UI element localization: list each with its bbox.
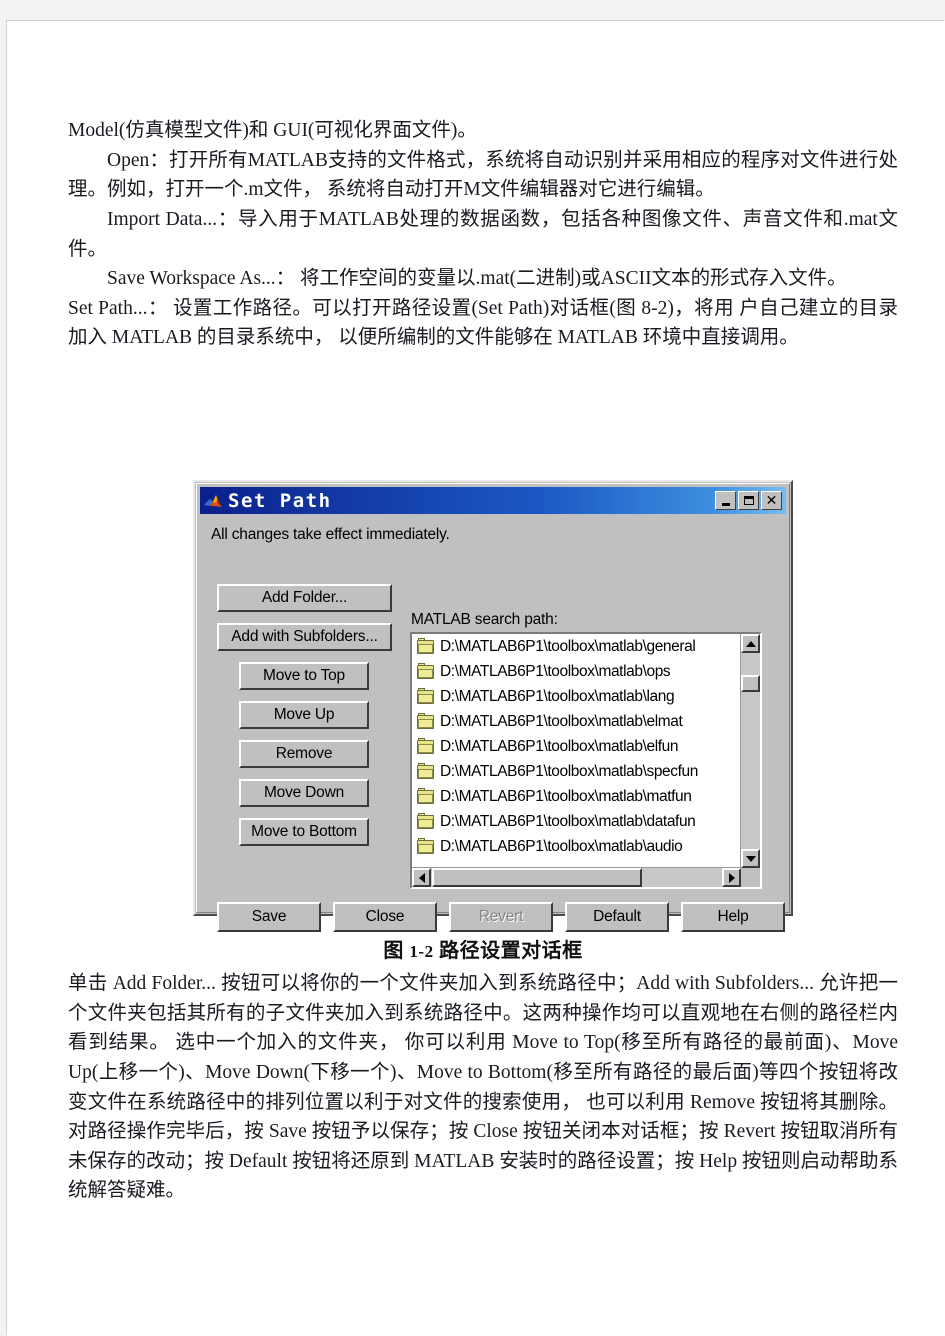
figure-caption-label: 图 xyxy=(383,940,404,962)
path-list-item[interactable]: D:\MATLAB6P1\toolbox\matlab\ops xyxy=(412,659,740,684)
path-list-item-label: D:\MATLAB6P1\toolbox\matlab\elmat xyxy=(440,712,683,730)
folder-icon xyxy=(417,762,434,779)
move-down-button[interactable]: Move Down xyxy=(239,779,369,807)
paragraph-open: Open：打开所有MATLAB支持的文件格式，系统将自动识别并采用相应的程序对文… xyxy=(68,149,898,201)
maximize-icon xyxy=(743,496,754,505)
scroll-up-button[interactable] xyxy=(741,634,760,653)
default-button[interactable]: Default xyxy=(565,902,669,932)
minimize-icon xyxy=(721,502,730,506)
move-to-top-button[interactable]: Move to Top xyxy=(239,662,369,690)
revert-button: Revert xyxy=(449,902,553,932)
action-button-column: Add Folder... Add with Subfolders... Mov… xyxy=(217,584,392,857)
search-path-listbox[interactable]: D:\MATLAB6P1\toolbox\matlab\general D:\MA… xyxy=(410,632,762,889)
folder-icon xyxy=(417,787,434,804)
path-list-item[interactable]: D:\MATLAB6P1\toolbox\matlab\matfun xyxy=(412,784,740,809)
folder-icon xyxy=(417,737,434,754)
folder-icon xyxy=(417,662,434,679)
scroll-left-button[interactable] xyxy=(412,868,431,887)
folder-icon xyxy=(417,812,434,829)
add-folder-button[interactable]: Add Folder... xyxy=(217,584,392,612)
figure-caption-title: 路径设置对话框 xyxy=(439,940,583,962)
path-list-item[interactable]: D:\MATLAB6P1\toolbox\matlab\lang xyxy=(412,684,740,709)
folder-icon xyxy=(417,712,434,729)
figure-caption: 图 1-2 路径设置对话框 xyxy=(68,934,898,963)
matlab-membrane-icon xyxy=(203,491,223,511)
chevron-down-icon xyxy=(745,855,756,862)
path-list-item[interactable]: D:\MATLAB6P1\toolbox\matlab\specfun xyxy=(412,759,740,784)
scroll-right-button[interactable] xyxy=(722,868,741,887)
folder-icon xyxy=(417,837,434,854)
path-list-item[interactable]: D:\MATLAB6P1\toolbox\matlab\datafun xyxy=(412,809,740,834)
path-list-item-label: D:\MATLAB6P1\toolbox\matlab\matfun xyxy=(440,787,692,805)
figure-caption-number: 1-2 xyxy=(409,942,434,961)
dialog-title: Set Path xyxy=(228,489,332,512)
chevron-up-icon xyxy=(745,640,756,647)
path-list-item-label: D:\MATLAB6P1\toolbox\matlab\lang xyxy=(440,687,675,705)
path-list-item-label: D:\MATLAB6P1\toolbox\matlab\audio xyxy=(440,837,683,855)
scrollbar-corner xyxy=(741,868,760,887)
figure-caption-text: 图 1-2 路径设置对话框 xyxy=(68,934,898,963)
folder-icon xyxy=(417,637,434,654)
dialog-inner-frame: Set Path ✕ All changes take effect immed… xyxy=(196,483,790,932)
path-list-item-label: D:\MATLAB6P1\toolbox\matlab\general xyxy=(440,637,696,655)
chevron-left-icon xyxy=(418,872,425,883)
window-controls: ✕ xyxy=(715,491,784,510)
page-sheet: Model(仿真模型文件)和 GUI(可视化界面文件)。 Open：打开所有MA… xyxy=(7,21,945,1336)
move-to-bottom-button[interactable]: Move to Bottom xyxy=(239,818,369,846)
paragraph-model: Model(仿真模型文件)和 GUI(可视化界面文件)。 xyxy=(68,120,477,141)
paragraph-import-data: Import Data...：导入用于MATLAB处理的数据函数，包括各种图像文… xyxy=(68,208,898,260)
path-list-item-label: D:\MATLAB6P1\toolbox\matlab\elfun xyxy=(440,737,679,755)
search-path-list-body[interactable]: D:\MATLAB6P1\toolbox\matlab\general D:\MA… xyxy=(412,634,741,868)
path-list-item-label: D:\MATLAB6P1\toolbox\matlab\datafun xyxy=(440,812,696,830)
close-dialog-button[interactable]: Close xyxy=(333,902,437,932)
close-icon: ✕ xyxy=(765,492,778,509)
path-list-item[interactable]: D:\MATLAB6P1\toolbox\matlab\elmat xyxy=(412,709,740,734)
search-path-label: MATLAB search path: xyxy=(411,611,558,628)
remove-button[interactable]: Remove xyxy=(239,740,369,768)
path-list-item[interactable]: D:\MATLAB6P1\toolbox\matlab\general xyxy=(412,634,740,659)
close-button[interactable]: ✕ xyxy=(761,491,782,510)
vertical-scrollbar[interactable] xyxy=(741,634,760,868)
document-body: Model(仿真模型文件)和 GUI(可视化界面文件)。 Open：打开所有MA… xyxy=(68,116,898,353)
dialog-titlebar[interactable]: Set Path ✕ xyxy=(200,487,786,514)
horizontal-scrollbar[interactable] xyxy=(412,868,741,887)
paragraph-save-workspace: Save Workspace As...： 将工作空间的变量以.mat(二进制)… xyxy=(107,268,847,290)
help-button[interactable]: Help xyxy=(681,902,785,932)
maximize-button[interactable] xyxy=(738,491,759,510)
move-up-button[interactable]: Move Up xyxy=(239,701,369,729)
set-path-dialog: Set Path ✕ All changes take effect immed… xyxy=(193,480,793,932)
vertical-scroll-thumb[interactable] xyxy=(741,675,760,692)
dialog-subtitle: All changes take effect immediately. xyxy=(211,526,450,543)
dialog-footer-buttons: Save Close Revert Default Help xyxy=(217,902,785,932)
path-list-item[interactable]: D:\MATLAB6P1\toolbox\matlab\audio xyxy=(412,834,740,859)
horizontal-scroll-thumb[interactable] xyxy=(432,868,642,887)
minimize-button[interactable] xyxy=(715,491,736,510)
folder-icon xyxy=(417,687,434,704)
path-list-item-label: D:\MATLAB6P1\toolbox\matlab\ops xyxy=(440,662,671,680)
closing-text-block: 单击 Add Folder... 按钮可以将你的一个文件夹加入到系统路径中；Ad… xyxy=(68,969,898,1206)
save-button[interactable]: Save xyxy=(217,902,321,932)
scroll-down-button[interactable] xyxy=(741,849,760,868)
add-with-subfolders-button[interactable]: Add with Subfolders... xyxy=(217,623,392,651)
chevron-right-icon xyxy=(728,872,735,883)
paragraph-closing: 单击 Add Folder... 按钮可以将你的一个文件夹加入到系统路径中；Ad… xyxy=(68,973,898,1202)
paragraph-set-path: Set Path...： 设置工作路径。可以打开路径设置(Set Path)对话… xyxy=(68,297,898,349)
path-list-item[interactable]: D:\MATLAB6P1\toolbox\matlab\elfun xyxy=(412,734,740,759)
path-list-item-label: D:\MATLAB6P1\toolbox\matlab\specfun xyxy=(440,762,698,780)
